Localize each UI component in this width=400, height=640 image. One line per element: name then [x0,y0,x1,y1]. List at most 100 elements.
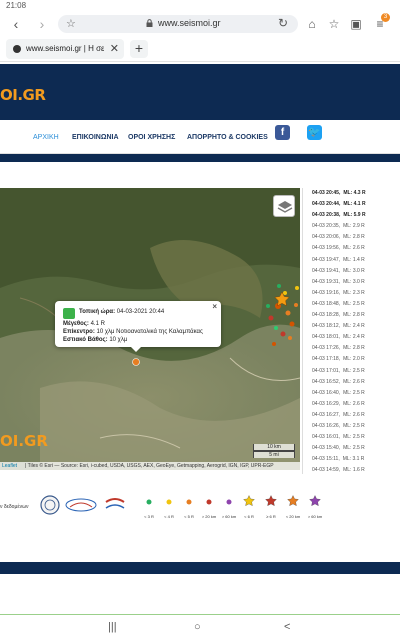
event-magnitude: ML: 3.1 R [342,456,365,463]
legend-item: < 3 R [140,494,158,519]
event-time: 04-03 15:11, [312,456,340,463]
earthquake-marker [285,310,291,316]
nav-terms[interactable]: ΟΡΟΙ ΧΡΗΣΗΣ [128,134,175,141]
site-logo[interactable]: OI.GR [0,86,46,104]
event-magnitude: ML: 4.3 R [343,190,366,196]
event-magnitude: ML: 2.5 R [343,422,365,429]
earthquake-marker [277,284,281,288]
list-item[interactable]: 04-03 18:48, ML: 2.5 R [303,299,400,310]
menu-icon[interactable]: ≡ 3 [372,13,390,32]
list-item[interactable]: 04-03 19:41, ML: 3.0 R [303,266,400,277]
event-time: 04-03 16:27, [312,411,341,418]
header-band [0,154,400,162]
list-item[interactable]: 04-03 16:26, ML: 2.5 R [303,421,400,432]
close-tab-icon[interactable]: ✕ [110,42,119,55]
list-item[interactable]: 04-03 16:01, ML: 2.5 R [303,432,400,443]
earthquake-marker [266,304,270,308]
bookmark-star-icon[interactable]: ☆ [66,17,76,30]
event-magnitude: ML: 4.1 R [343,201,366,208]
list-item[interactable]: 04-03 15:40, ML: 2.5 R [303,443,400,454]
dot-icon [223,494,235,511]
list-item[interactable]: 04-03 18:28, ML: 2.8 R [303,310,400,321]
lock-icon [146,19,153,27]
event-magnitude: ML: 2.8 R [343,345,365,352]
popup-time-value: 04-03-2021 20:44 [116,309,165,315]
url-text: www.seismoi.gr [158,18,221,28]
event-time: 04-03 17:26, [312,345,341,352]
legend-label: < 20 km [285,514,301,519]
event-magnitude: ML: 2.3 R [343,289,365,296]
list-item[interactable]: 04-03 19:47, ML: 1.4 R [303,255,400,266]
nav-privacy[interactable]: ΑΠΟΡΡΗΤΟ & COOKIES [187,134,268,141]
star-icon [309,494,321,511]
address-bar[interactable]: ☆ www.seismoi.gr ↻ [58,15,298,33]
list-item[interactable]: 04-03 20:06, ML: 2.8 R [303,232,400,243]
attribution-text: | Tiles © Esri — Source: Esri, i-cubed, … [25,463,274,469]
event-magnitude: ML: 2.4 R [343,323,365,330]
scale-km: 10 km [253,444,295,451]
back-button[interactable]: < [284,621,290,633]
list-item[interactable]: 04-03 20:35, ML: 2.9 R [303,221,400,232]
layers-icon[interactable] [273,195,295,217]
facebook-icon[interactable]: f [275,125,290,140]
list-item[interactable]: 04-03 19:16, ML: 2.3 R [303,288,400,299]
legend-label: < 4 R [164,514,174,519]
list-item[interactable]: 04-03 16:29, ML: 2.6 R [303,399,400,410]
list-item[interactable]: 04-03 16:52, ML: 2.6 R [303,377,400,388]
list-item[interactable]: 04-03 20:45, ML: 4.3 R [303,188,400,199]
star-icon [265,494,277,511]
list-item[interactable]: 04-03 19:56, ML: 2.6 R [303,243,400,254]
event-magnitude: ML: 2.6 R [343,378,365,385]
browser-tab[interactable]: www.seismoi.gr | Η σε... ✕ [6,39,124,59]
notification-badge: 3 [381,13,390,22]
dot-icon [203,494,215,511]
popup-magnitude-label: Μέγεθος: [63,321,89,327]
site-header: OI.GR [0,64,400,120]
dot-icon [143,494,155,511]
new-tab-button[interactable]: + [130,40,148,58]
event-time: 04-03 18:28, [312,312,341,319]
twitter-icon[interactable]: 🐦 [307,125,322,140]
list-item[interactable]: 04-03 17:01, ML: 2.5 R [303,366,400,377]
bookmarks-icon[interactable]: ☆ [326,16,342,32]
recent-earthquakes-list[interactable]: 04-03 20:45, ML: 4.3 R 04-03 20:44, ML: 4.1… [302,188,400,474]
earthquake-marker [280,331,286,337]
list-item[interactable]: 04-03 15:11, ML: 3.1 R [303,454,400,465]
reload-icon[interactable]: ↻ [278,16,288,30]
event-magnitude: ML: 2.5 R [343,445,365,452]
earthquake-marker [272,342,276,346]
home-icon[interactable]: ⌂ [304,16,320,32]
event-time: 04-03 18:12, [312,323,341,330]
list-item[interactable]: 04-03 18:12, ML: 2.4 R [303,321,400,332]
earthquake-map[interactable]: Τοπική ώρα: 04-03-2021 20:44 Μέγεθος: 4.… [0,188,300,470]
nav-home[interactable]: ΑΡΧΙΚΗ [33,134,59,141]
list-item[interactable]: 04-03 17:26, ML: 2.8 R [303,343,400,354]
leaflet-link[interactable]: Leaflet [2,462,17,470]
earthquake-popup: Τοπική ώρα: 04-03-2021 20:44 Μέγεθος: 4.… [55,301,221,347]
popup-tip [130,346,142,352]
earthquake-marker [288,336,292,340]
forward-icon[interactable]: › [34,16,50,32]
event-time: 04-03 19:47, [312,256,341,263]
back-icon[interactable]: ‹ [8,16,24,32]
list-item[interactable]: 04-03 18:01, ML: 2.4 R [303,332,400,343]
recent-apps-button[interactable]: ||| [108,621,117,633]
popup-magnitude-value: 4.1 R [90,321,105,327]
partner-legend-strip: ν δεδομένων < 3 R < 4 R < 5 R > 20 km > 60 k… [0,490,400,526]
list-item[interactable]: 04-03 14:59, ML: 1.6 R [303,465,400,474]
emsc-logo-icon [104,496,126,514]
event-time: 04-03 14:59, [312,467,341,474]
event-time: 04-03 16:29, [312,400,341,407]
event-time: 04-03 16:52, [312,378,341,385]
tabs-icon[interactable]: ▣ [348,16,364,32]
list-item[interactable]: 04-03 20:44, ML: 4.1 R [303,199,400,210]
popup-close-button[interactable]: × [212,302,217,311]
home-button[interactable]: ○ [194,621,201,633]
list-item[interactable]: 04-03 17:18, ML: 2.0 R [303,354,400,365]
nav-contact[interactable]: ΕΠΙΚΟΙΝΩΝΙΑ [72,134,119,141]
list-item[interactable]: 04-03 16:40, ML: 2.5 R [303,388,400,399]
list-item[interactable]: 04-03 16:27, ML: 2.6 R [303,410,400,421]
list-item[interactable]: 04-03 19:31, ML: 3.0 R [303,277,400,288]
list-item[interactable]: 04-03 20:38, ML: 5.9 R [303,210,400,221]
tab-strip: www.seismoi.gr | Η σε... ✕ + [0,36,400,62]
